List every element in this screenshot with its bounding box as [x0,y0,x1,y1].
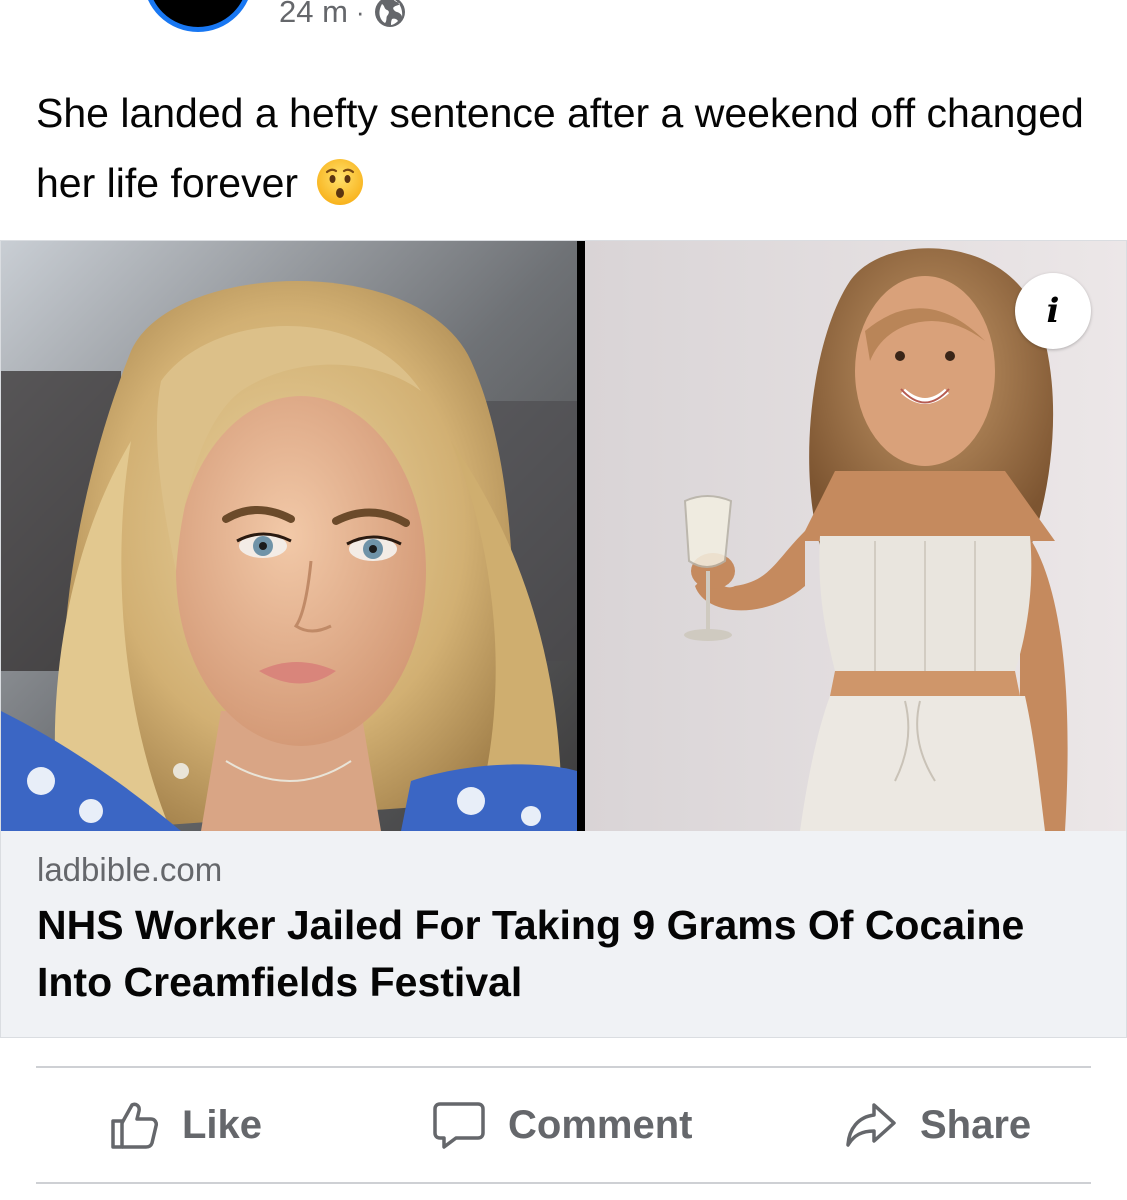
link-preview-image[interactable]: i [1,241,1126,831]
link-preview-card[interactable]: i ladbible.com NHS Worker Jailed For Tak… [0,240,1127,1038]
action-bar: Like Comment Share [36,1068,1091,1182]
link-domain: ladbible.com [37,851,223,888]
post-header: 24 m · [0,0,1127,40]
action-bar-divider-bottom [36,1182,1091,1184]
post-timestamp[interactable]: 24 m [279,0,348,30]
hushed-face-emoji-icon [315,157,365,207]
link-preview-text[interactable]: ladbible.com NHS Worker Jailed For Takin… [1,831,1126,1037]
info-icon: i [1046,291,1060,331]
share-label: Share [920,1102,1032,1147]
globe-icon[interactable] [373,0,407,29]
like-label: Like [182,1102,263,1147]
meta-separator: · [355,0,365,27]
post-caption: She landed a hefty sentence after a week… [36,78,1096,218]
like-button[interactable]: Like [108,1068,262,1182]
comment-button[interactable]: Comment [432,1068,692,1182]
caption-text: She landed a hefty sentence after a week… [36,90,1084,206]
comment-bubble-icon [433,1102,485,1149]
share-arrow-icon [846,1103,896,1147]
share-button[interactable]: Share [844,1068,1031,1182]
thumbs-up-icon [111,1102,158,1149]
avatar[interactable] [143,0,253,32]
left-photo [1,241,577,831]
link-title[interactable]: NHS Worker Jailed For Taking 9 Grams Of … [37,897,1097,1011]
post-meta: 24 m · [279,0,407,30]
info-button[interactable]: i [1015,273,1091,349]
comment-label: Comment [508,1102,693,1147]
